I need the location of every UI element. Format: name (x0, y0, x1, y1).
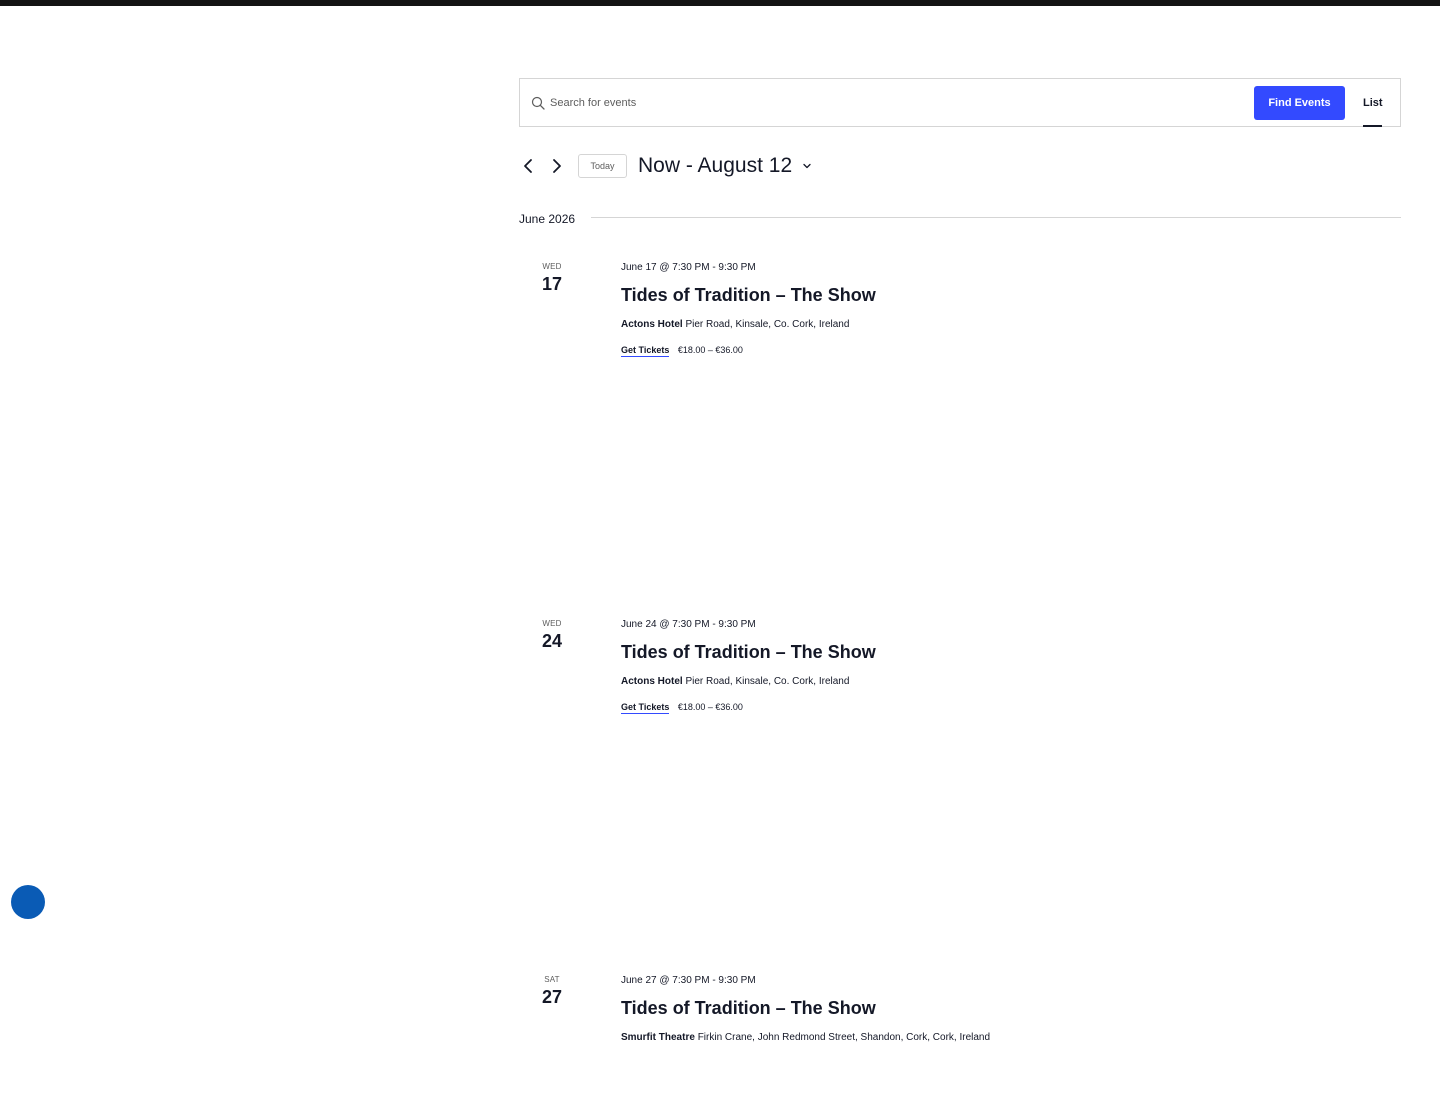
event-title-link[interactable]: Tides of Tradition – The Show (621, 998, 876, 1019)
events-search-bar: Find Events List (519, 78, 1401, 127)
event-datetime: June 27 @ 7:30 PM - 9:30 PM (621, 975, 756, 986)
event-item: Sat 27 June 27 @ 7:30 PM - 9:30 PM Tides… (519, 975, 1399, 1095)
event-tickets: Get Tickets €18.00 – €36.00 (621, 702, 743, 714)
chevron-right-icon[interactable] (547, 156, 567, 176)
event-title-link[interactable]: Tides of Tradition – The Show (621, 642, 876, 663)
month-separator-label: June 2026 (519, 212, 576, 226)
venue-name: Smurfit Theatre (621, 1032, 695, 1043)
event-venue: Actons Hotel Pier Road, Kinsale, Co. Cor… (621, 676, 849, 687)
chevron-left-icon[interactable] (518, 156, 538, 176)
search-input[interactable] (548, 91, 1252, 115)
event-venue: Smurfit Theatre Firkin Crane, John Redmo… (621, 1032, 990, 1043)
search-icon (531, 96, 545, 110)
month-separator-line (591, 217, 1401, 218)
find-events-button[interactable]: Find Events (1254, 86, 1345, 120)
chevron-down-icon (803, 164, 811, 169)
floating-action-button[interactable] (11, 885, 45, 919)
event-title-link[interactable]: Tides of Tradition – The Show (621, 285, 876, 306)
event-day-number: 24 (541, 631, 563, 651)
get-tickets-link[interactable]: Get Tickets (621, 702, 670, 714)
active-view-underline (1363, 125, 1382, 127)
venue-address: Pier Road, Kinsale, Co. Cork, Ireland (685, 319, 850, 330)
venue-address: Pier Road, Kinsale, Co. Cork, Ireland (685, 676, 850, 687)
range-start: Now (638, 154, 681, 177)
view-selector-list[interactable]: List (1363, 97, 1383, 109)
event-day-of-week: Wed (542, 262, 562, 271)
ticket-price: €18.00 – €36.00 (677, 702, 743, 712)
venue-address: Firkin Crane, John Redmond Street, Shand… (697, 1032, 991, 1043)
top-bar (0, 0, 1440, 6)
event-datetime: June 24 @ 7:30 PM - 9:30 PM (621, 619, 756, 630)
event-day-of-week: Sat (544, 975, 560, 984)
event-venue: Actons Hotel Pier Road, Kinsale, Co. Cor… (621, 319, 849, 330)
event-item: Wed 17 June 17 @ 7:30 PM - 9:30 PM Tides… (519, 262, 1399, 382)
event-day-number: 17 (541, 274, 563, 294)
event-day-of-week: Wed (542, 619, 562, 628)
range-separator: - (685, 154, 693, 177)
event-day-number: 27 (541, 987, 563, 1007)
ticket-price: €18.00 – €36.00 (677, 345, 743, 355)
date-range-picker[interactable]: Now - August 12 (638, 153, 812, 179)
venue-name: Actons Hotel (621, 319, 683, 330)
event-item: Wed 24 June 24 @ 7:30 PM - 9:30 PM Tides… (519, 619, 1399, 739)
range-end: August 12 (697, 154, 793, 177)
event-datetime: June 17 @ 7:30 PM - 9:30 PM (621, 262, 756, 273)
today-button[interactable]: Today (578, 154, 627, 178)
event-tickets: Get Tickets €18.00 – €36.00 (621, 345, 743, 357)
venue-name: Actons Hotel (621, 676, 683, 687)
get-tickets-link[interactable]: Get Tickets (621, 345, 670, 357)
